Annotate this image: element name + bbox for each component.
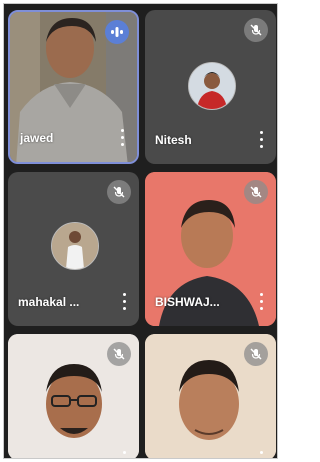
avatar [187, 62, 236, 110]
mic-off-icon [244, 18, 268, 42]
participant-name: mahakal ... [18, 295, 80, 309]
more-vert-icon[interactable] [259, 451, 264, 458]
audio-level-icon [105, 20, 129, 44]
participant-name: BISHWAJ... [155, 295, 220, 309]
mic-off-icon [107, 180, 131, 204]
more-vert-icon[interactable] [259, 131, 264, 148]
participant-tile-nitesh[interactable]: Nitesh [145, 10, 276, 164]
participant-tile-mahakal[interactable]: mahakal ... [8, 172, 139, 326]
more-vert-icon[interactable] [122, 293, 127, 310]
more-vert-icon[interactable] [122, 451, 127, 458]
participant-tile-jawed[interactable]: jawed [8, 10, 139, 164]
more-vert-icon[interactable] [120, 129, 125, 146]
mic-off-icon [107, 342, 131, 366]
avatar [50, 222, 99, 270]
participant-name: Nitesh [155, 133, 192, 147]
participant-tile-bishwaj[interactable]: BISHWAJ... [145, 172, 276, 326]
participant-tile-6[interactable] [145, 334, 276, 458]
more-vert-icon[interactable] [259, 293, 264, 310]
mic-off-icon [244, 342, 268, 366]
meeting-grid: jawed Nitesh mahakal ... BISHWAJ... [3, 3, 278, 459]
participant-name: jawed [20, 131, 54, 145]
participant-tile-5[interactable] [8, 334, 139, 458]
mic-off-icon [244, 180, 268, 204]
